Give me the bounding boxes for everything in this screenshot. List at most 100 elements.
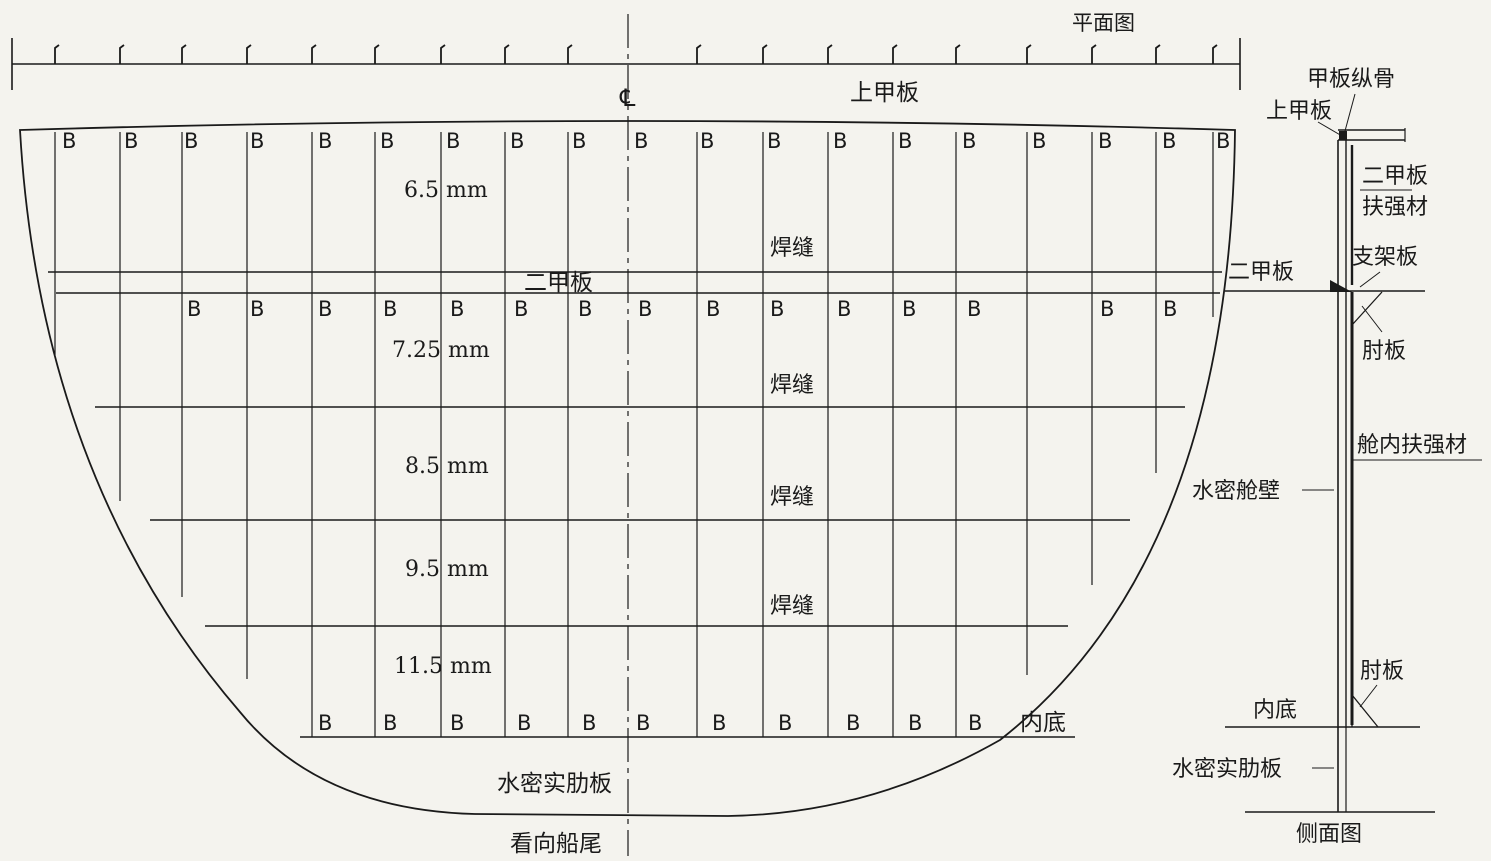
support-plate-leader [1359, 271, 1381, 288]
upper-bracket-label: 肘板 [1362, 339, 1406, 364]
bracket-mark: B [1162, 129, 1176, 153]
bracket-mark: B [250, 297, 264, 321]
upper-bracket-leader [1361, 305, 1383, 333]
side-view: 甲板纵骨 上甲板 二甲板 扶强材 支架板 二甲板 肘板 舱内扶强材 水密舱壁 肘… [1172, 67, 1482, 847]
plan-longitudinal-tick [567, 44, 573, 64]
bulkhead-drawing: 平面图 ℄ BBBBBBBBBBBBBBBBBBBBBBBBBBBBBBBBBB… [0, 0, 1491, 861]
bracket-mark: B [706, 297, 720, 321]
plan-view: 平面图 [11, 11, 1241, 90]
side-upper-deck-label: 上甲板 [1266, 99, 1332, 124]
bracket-mark: B [767, 129, 781, 153]
weld-label-3: 焊缝 [770, 485, 814, 510]
bracket-mark: B [636, 711, 650, 735]
plan-longitudinal-tick [181, 44, 187, 64]
view-aft-label: 看向船尾 [510, 831, 602, 857]
support-plate-label: 支架板 [1352, 245, 1418, 270]
side-view-title: 侧面图 [1296, 822, 1362, 847]
bracket-mark: B [318, 297, 332, 321]
bracket-mark: B [962, 129, 976, 153]
side-support-plate [1330, 280, 1352, 292]
bracket-mark: B [572, 129, 586, 153]
bracket-mark: B [778, 711, 792, 735]
plan-longitudinal-tick [762, 44, 768, 64]
lower-bracket-label: 肘板 [1360, 659, 1404, 684]
bracket-mark: B [1216, 129, 1230, 153]
plan-longitudinal-tick [1155, 44, 1161, 64]
plan-view-label: 平面图 [1072, 11, 1135, 35]
bracket-mark: B [638, 297, 652, 321]
side-inner-bottom-label: 内底 [1253, 698, 1297, 723]
bracket-mark: B [582, 711, 596, 735]
plan-longitudinal-tick [696, 44, 702, 64]
weld-label-1: 焊缝 [770, 236, 814, 261]
plan-longitudinal-tick [1212, 44, 1218, 64]
weld-label-2: 焊缝 [770, 373, 814, 398]
bracket-marks: B B B B B B B B B B B B B B B B B B B B B B B B B B B B B B B B B B B B B B B B… [62, 129, 1230, 735]
plan-longitudinal-tick [1091, 44, 1097, 64]
weld-label-4: 焊缝 [770, 594, 814, 619]
upper-deck-label: 上甲板 [850, 80, 919, 106]
bracket-mark: B [514, 297, 528, 321]
bracket-mark: B [62, 129, 76, 153]
bracket-mark: B [450, 297, 464, 321]
plan-longitudinal-tick [311, 44, 317, 64]
second-deck-stiffener-label-1: 二甲板 [1362, 164, 1428, 189]
plate-strake-seams [48, 271, 1222, 627]
plan-view-longitudinals [54, 44, 1218, 64]
bracket-mark: B [318, 711, 332, 735]
deck-longitudinal-label: 甲板纵骨 [1307, 67, 1395, 92]
thickness-label-4: 9.5 mm [405, 557, 489, 582]
bracket-mark: B [898, 129, 912, 153]
plan-longitudinal-tick [246, 44, 252, 64]
bracket-mark: B [517, 711, 531, 735]
deck-longitudinal-leader [1344, 93, 1356, 132]
plan-longitudinal-tick [1026, 44, 1032, 64]
side-watertight-floor-label: 水密实肋板 [1172, 757, 1282, 782]
bracket-mark: B [1098, 129, 1112, 153]
bracket-mark: B [908, 711, 922, 735]
bracket-mark: B [450, 711, 464, 735]
centerline-symbol: ℄ [619, 84, 636, 112]
plan-longitudinal-tick [440, 44, 446, 64]
bracket-mark: B [967, 297, 981, 321]
plan-longitudinal-tick [119, 44, 125, 64]
thickness-label-2: 7.25 mm [392, 338, 490, 363]
second-deck-stiffener-label-2: 扶强材 [1362, 195, 1428, 220]
bracket-mark: B [250, 129, 264, 153]
plan-longitudinal-tick [827, 44, 833, 64]
plan-longitudinal-tick [955, 44, 961, 64]
plan-longitudinal-tick [892, 44, 898, 64]
lower-bracket-leader [1359, 684, 1378, 708]
bracket-mark: B [770, 297, 784, 321]
second-deck-label: 二甲板 [524, 270, 593, 296]
bracket-mark: B [510, 129, 524, 153]
bracket-mark: B [383, 711, 397, 735]
bulkhead-stiffener-label: 舱内扶强材 [1357, 433, 1467, 458]
bracket-mark: B [968, 711, 982, 735]
bracket-mark: B [1163, 297, 1177, 321]
plan-longitudinal-tick [504, 44, 510, 64]
bracket-mark: B [380, 129, 394, 153]
bracket-mark: B [833, 129, 847, 153]
plan-longitudinal-tick [374, 44, 380, 64]
bracket-mark: B [578, 297, 592, 321]
plan-longitudinal-tick [54, 44, 60, 64]
bracket-mark: B [700, 129, 714, 153]
bracket-mark: B [902, 297, 916, 321]
bracket-mark: B [712, 711, 726, 735]
bulkhead-diagram: 平面图 ℄ B B B B B B B B B B B B B B B B B B BB B B B B B B B B B B B B B B… [11, 11, 1482, 857]
inner-bottom-label: 内底 [1020, 710, 1066, 736]
bracket-mark: B [318, 129, 332, 153]
thickness-label-5: 11.5 mm [394, 654, 492, 679]
thickness-label-1: 6.5 mm [404, 178, 488, 203]
bracket-mark: B [1100, 297, 1114, 321]
bracket-mark: B [634, 129, 648, 153]
upper-deck-leader [1317, 121, 1343, 137]
watertight-bulkhead-label: 水密舱壁 [1192, 479, 1280, 504]
bracket-mark: B [383, 297, 397, 321]
bracket-mark: B [837, 297, 851, 321]
bracket-mark: B [846, 711, 860, 735]
bracket-mark: B [446, 129, 460, 153]
side-second-deck-label: 二甲板 [1228, 260, 1294, 285]
bracket-mark: B [187, 297, 201, 321]
